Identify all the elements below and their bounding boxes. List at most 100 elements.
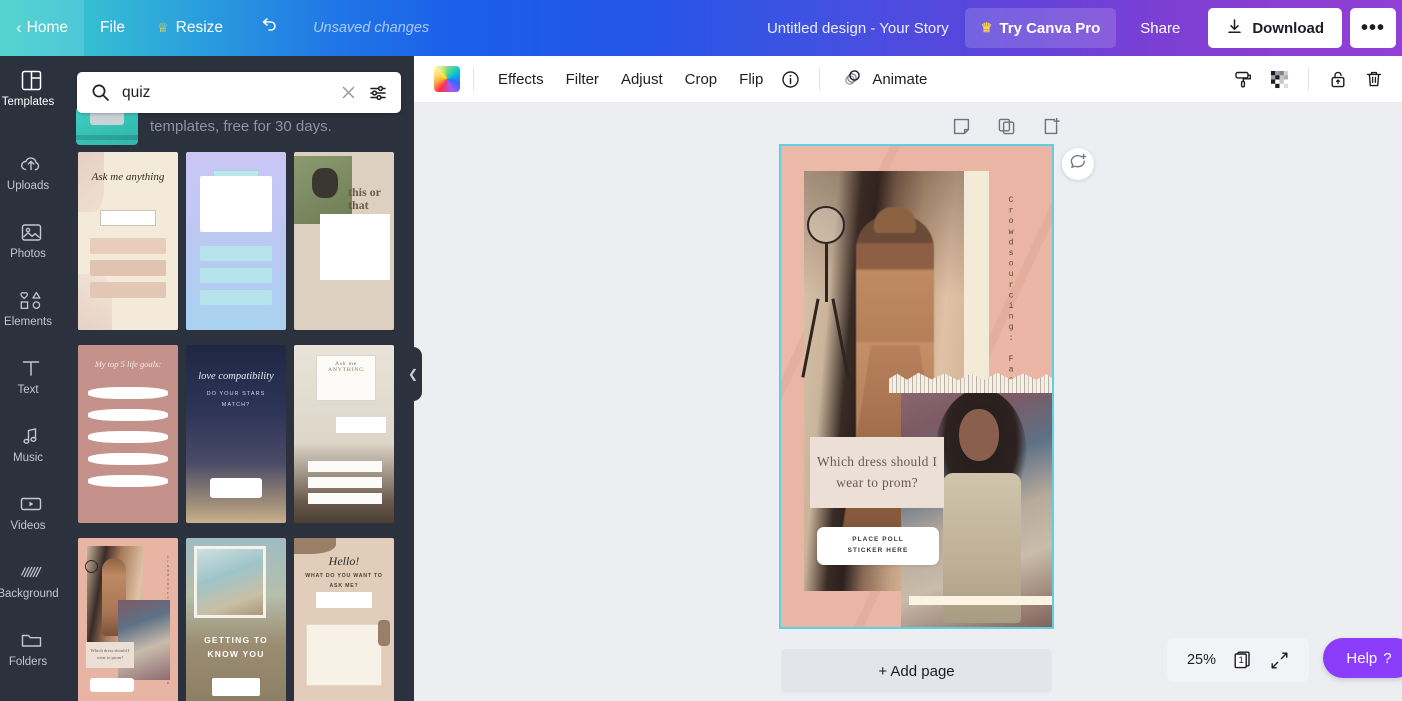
rainbow-color-swatch[interactable] xyxy=(434,66,460,92)
more-options-button[interactable]: ••• xyxy=(1350,8,1396,48)
undo-arrow-icon xyxy=(255,15,283,41)
zoom-level-value[interactable]: 25% xyxy=(1187,652,1216,668)
template-card-hello-ask-me[interactable]: Hello! WHAT DO YOU WANT TO ASK ME? xyxy=(294,538,394,701)
left-sidebar-rail: Templates Uploads Photos Elements Text M… xyxy=(0,56,62,701)
template-card-which-dress-prom[interactable]: Crowdsourcing: Fashion Advice Which dres… xyxy=(78,538,178,701)
file-menu-button[interactable]: File xyxy=(84,0,141,56)
template-card-ask-me-anything-bedroom[interactable]: Ask me ANYTHING xyxy=(294,345,394,523)
template-results-grid[interactable]: Ask me anything this or that My top 5 li… xyxy=(62,152,414,701)
search-input[interactable] xyxy=(110,83,335,102)
top-navigation-bar: ‹ Home File ♕ Resize Unsaved changes Unt… xyxy=(0,0,1402,56)
folder-icon xyxy=(20,628,43,652)
document-title[interactable]: Untitled design - Your Story xyxy=(767,20,949,37)
checkerboard-transparency-icon[interactable] xyxy=(1263,63,1295,95)
thumb-answer-2 xyxy=(308,477,382,488)
sidebar-item-folders[interactable]: Folders xyxy=(0,614,62,682)
design-page-1[interactable]: Crowdsourcing: Fashion Advice Which dres… xyxy=(779,144,1054,629)
add-page-icon[interactable] xyxy=(1042,117,1061,136)
help-label: Help xyxy=(1346,649,1378,667)
flip-button[interactable]: Flip xyxy=(728,65,774,94)
try-canva-pro-button[interactable]: ♕ Try Canva Pro xyxy=(964,8,1117,48)
expand-diagonal-icon[interactable] xyxy=(1270,651,1289,670)
resize-button[interactable]: ♕ Resize xyxy=(141,0,239,56)
add-page-label: + Add page xyxy=(878,662,955,680)
sidebar-item-background[interactable]: Background xyxy=(0,546,62,614)
share-label: Share xyxy=(1140,19,1181,37)
template-card-ask-me-anything-cream[interactable]: Ask me anything xyxy=(78,152,178,330)
canvas-workspace[interactable]: Crowdsourcing: Fashion Advice Which dres… xyxy=(414,103,1402,701)
template-card-quiz-blue-purple[interactable] xyxy=(186,152,286,330)
thumb-person xyxy=(312,168,338,198)
clear-search-icon[interactable] xyxy=(335,80,361,106)
design-question-text: Which dress should I wear to prom? xyxy=(816,454,938,490)
resize-label: Resize xyxy=(175,19,224,36)
lamp-ring xyxy=(807,206,845,244)
sidebar-item-photos[interactable]: Photos xyxy=(0,206,62,274)
diagonal-stripes-icon xyxy=(20,560,43,584)
thumb-white-card xyxy=(200,176,272,232)
filter-sliders-icon[interactable] xyxy=(365,80,391,106)
effects-button[interactable]: Effects xyxy=(487,65,555,94)
zoom-controls-group: 25% 1 xyxy=(1167,638,1309,682)
animate-button[interactable]: Animate xyxy=(833,61,937,98)
thumb-subtitle: WHAT DO YOU WANT TO ASK ME? xyxy=(305,573,383,589)
sidebar-label-photos: Photos xyxy=(10,248,46,260)
download-button[interactable]: Download xyxy=(1208,8,1342,48)
sidebar-item-videos[interactable]: Videos xyxy=(0,478,62,546)
template-grid-inner: Ask me anything this or that My top 5 li… xyxy=(62,152,414,701)
thumb-title: Ask me ANYTHING xyxy=(328,361,364,373)
help-button[interactable]: Help ? xyxy=(1323,638,1402,678)
element-toolbar: Effects Filter Adjust Crop Flip Animate xyxy=(414,56,1402,103)
design-question-box[interactable]: Which dress should I wear to prom? xyxy=(810,437,944,508)
add-comment-icon xyxy=(1069,152,1088,176)
share-button[interactable]: Share xyxy=(1124,8,1196,48)
lock-open-icon[interactable] xyxy=(1322,63,1354,95)
sidebar-item-uploads[interactable]: Uploads xyxy=(0,138,62,206)
help-question-icon: ? xyxy=(1383,649,1392,667)
crown-icon: ♕ xyxy=(157,20,169,35)
template-card-this-or-that[interactable]: this or that xyxy=(294,152,394,330)
thumb-row-1 xyxy=(90,238,166,254)
video-play-icon xyxy=(19,492,43,516)
adjust-button[interactable]: Adjust xyxy=(610,65,674,94)
duplicate-page-icon[interactable] xyxy=(997,117,1016,136)
thumb-brush-5 xyxy=(88,475,168,487)
page-note-icon[interactable] xyxy=(952,117,971,136)
canva-editor: ‹ Home File ♕ Resize Unsaved changes Unt… xyxy=(0,0,1402,701)
thumb-row-2 xyxy=(90,260,166,276)
sidebar-item-templates[interactable]: Templates xyxy=(0,56,62,122)
crop-button[interactable]: Crop xyxy=(674,65,729,94)
download-arrow-icon xyxy=(1226,18,1243,39)
home-button[interactable]: ‹ Home xyxy=(0,0,85,56)
toolbar-divider-2 xyxy=(819,67,821,91)
design-poll-placeholder[interactable]: PLACE POLL STICKER HERE xyxy=(817,527,939,565)
thumb-lamp-icon xyxy=(85,560,98,573)
thumb-row-3 xyxy=(90,282,166,298)
template-card-getting-to-know-you[interactable]: GETTING TO KNOW YOU xyxy=(186,538,286,701)
thumb-brush-4 xyxy=(88,453,168,465)
info-circle-icon[interactable] xyxy=(774,63,806,95)
page-stack-icon[interactable]: 1 xyxy=(1232,649,1254,671)
templates-grid-icon xyxy=(20,68,43,92)
template-card-top-5-life-goals[interactable]: My top 5 life goals: xyxy=(78,345,178,523)
paint-roller-icon[interactable] xyxy=(1227,63,1259,95)
template-card-love-compatibility[interactable]: love compatibility DO YOUR STARS MATCH? xyxy=(186,345,286,523)
sidebar-label-videos: Videos xyxy=(10,520,46,532)
panel-collapse-button[interactable]: ❮ xyxy=(404,347,422,401)
add-page-button[interactable]: + Add page xyxy=(781,649,1052,693)
file-label: File xyxy=(100,19,126,36)
lamp-leg-right xyxy=(831,298,850,378)
add-comment-button[interactable] xyxy=(1062,148,1094,180)
sidebar-item-elements[interactable]: Elements xyxy=(0,274,62,342)
undo-button[interactable] xyxy=(239,0,299,56)
design-bottom-stripe xyxy=(909,596,1052,605)
thumb-answer-3 xyxy=(308,493,382,504)
music-notes-icon xyxy=(20,424,43,448)
animate-circles-icon xyxy=(843,67,863,92)
sidebar-item-music[interactable]: Music xyxy=(0,410,62,478)
filter-button[interactable]: Filter xyxy=(555,65,610,94)
trash-can-icon[interactable] xyxy=(1358,63,1390,95)
sidebar-item-text[interactable]: Text xyxy=(0,342,62,410)
thumb-question-box: Which dress should I wear to prom? xyxy=(86,642,134,668)
design-face xyxy=(959,409,999,461)
